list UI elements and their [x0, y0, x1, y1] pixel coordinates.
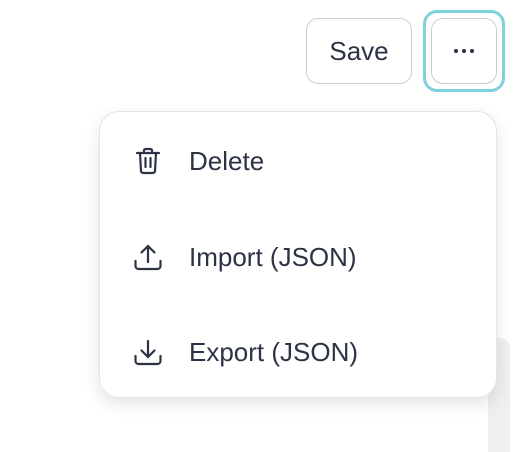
menu-item-export-json[interactable]: Export (JSON) — [100, 322, 496, 382]
trash-icon — [132, 145, 164, 177]
more-options-button[interactable] — [431, 18, 497, 84]
menu-item-label: Import (JSON) — [189, 241, 357, 272]
menu-item-label: Export (JSON) — [189, 336, 359, 367]
menu-item-delete[interactable]: Delete — [100, 131, 496, 191]
save-button[interactable]: Save — [306, 18, 412, 84]
menu-item-import-json[interactable]: Import (JSON) — [100, 227, 496, 287]
menu-item-label: Delete — [189, 145, 265, 176]
upload-icon — [132, 241, 164, 273]
ellipsis-horizontal-icon — [454, 49, 474, 53]
download-icon — [132, 336, 164, 368]
more-options-menu: Delete Import (JSON) Export (JSON) — [99, 111, 497, 398]
